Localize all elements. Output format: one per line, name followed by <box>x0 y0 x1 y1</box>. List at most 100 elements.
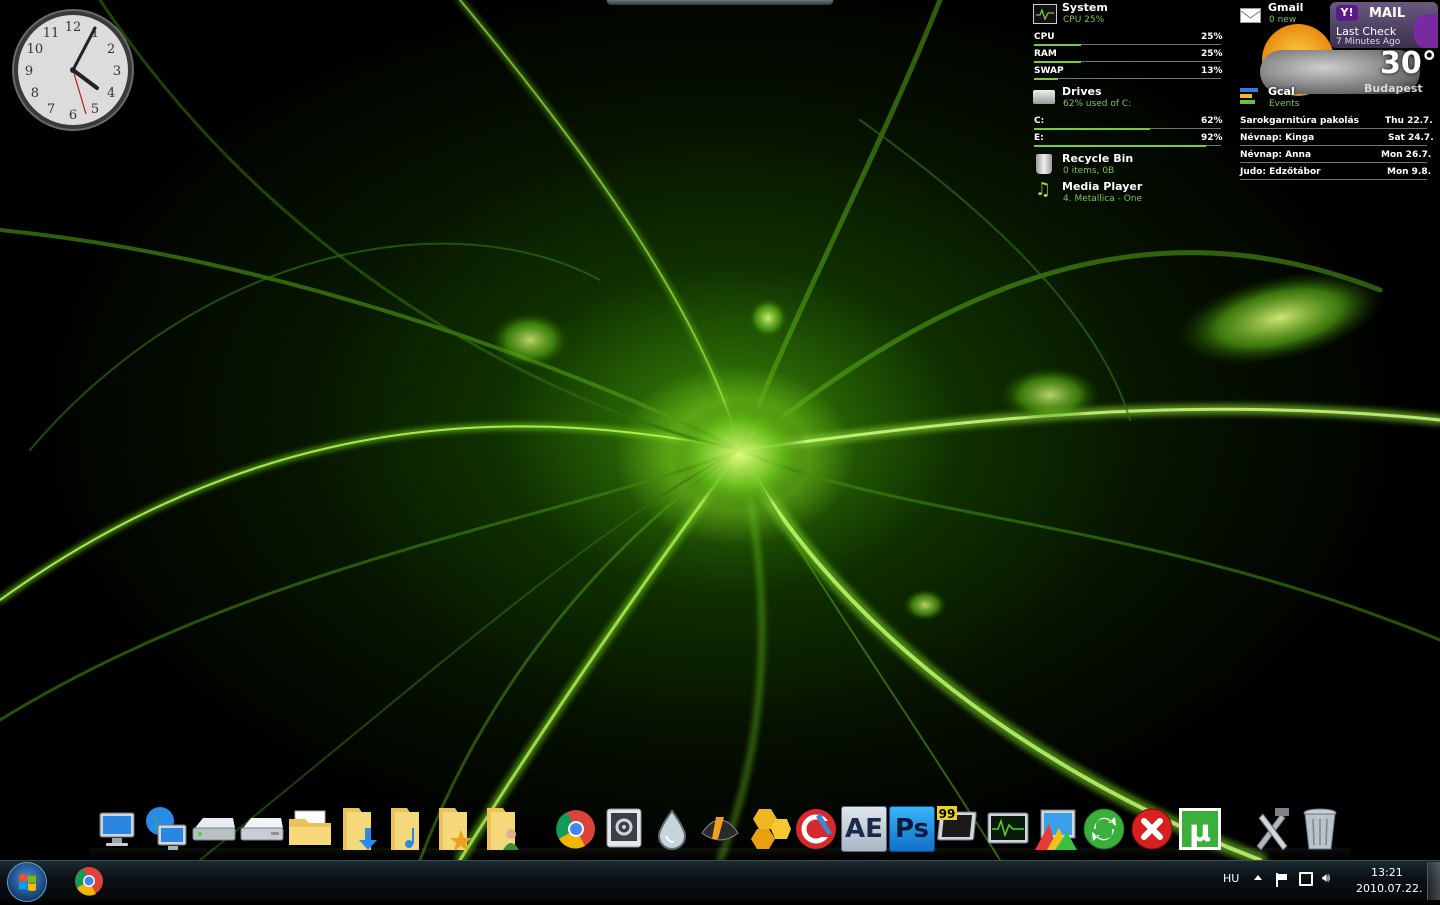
yahoo-mail-widget[interactable]: Y! MAIL Last Check 7 Minutes Ago <box>1330 2 1438 48</box>
gcal-title: Gcal <box>1268 85 1295 98</box>
chrome-icon[interactable] <box>552 802 600 856</box>
photoshop-label: Ps <box>889 806 935 852</box>
clock-numeral: 10 <box>27 42 44 57</box>
close-app-icon[interactable] <box>1128 802 1176 856</box>
weather-city: Budapest <box>1364 82 1423 95</box>
clock-numeral: 7 <box>47 102 55 117</box>
ram-label: RAM <box>1034 49 1057 59</box>
gcal-event-name[interactable]: Névnap: Anna <box>1240 150 1311 160</box>
network-icon[interactable] <box>142 802 190 856</box>
clock-numeral: 4 <box>107 86 115 101</box>
drive-e-label: E: <box>1034 133 1044 143</box>
drive-c-label: C: <box>1034 116 1045 126</box>
media-player-track: 4. Metallica - One <box>1063 194 1143 204</box>
taskbar-chrome-button[interactable] <box>68 863 110 899</box>
utorrent-label: µ <box>1179 808 1221 850</box>
system-subtitle: CPU 25% <box>1063 15 1105 25</box>
drive-e-bar <box>1034 145 1206 147</box>
activity-monitor-icon[interactable] <box>984 802 1032 856</box>
cpu-label: CPU <box>1034 32 1055 42</box>
monitor-99-icon[interactable]: 99 <box>936 802 984 856</box>
weather-temperature: 30° <box>1380 46 1437 81</box>
utorrent-icon[interactable]: µ <box>1176 802 1224 856</box>
drive-e-value: 92% <box>1201 133 1223 143</box>
after-effects-icon[interactable]: AE <box>840 802 888 856</box>
clock-numeral: 8 <box>31 86 39 101</box>
yahoo-badge <box>1414 14 1438 48</box>
system-monitor-icon <box>1033 4 1057 24</box>
desktop-wallpaper <box>0 0 1440 860</box>
gcal-event-name[interactable]: Névnap: Kinga <box>1240 133 1314 143</box>
trash-icon[interactable] <box>1296 802 1344 856</box>
show-hidden-icons-icon[interactable] <box>1254 875 1262 880</box>
ccleaner-icon[interactable] <box>792 802 840 856</box>
clock-widget[interactable]: 12 1 2 3 4 5 6 7 8 9 10 11 <box>11 8 135 132</box>
drive-c-value: 62% <box>1201 116 1223 126</box>
recycle-bin-icon <box>1036 154 1052 174</box>
language-indicator[interactable]: HU <box>1223 872 1239 885</box>
cpu-value: 25% <box>1201 32 1223 42</box>
gcal-event-date: Thu 22.7. <box>1385 116 1433 126</box>
window-edge[interactable] <box>607 0 833 5</box>
user-folder-icon[interactable] <box>478 802 526 856</box>
drive-c-bar <box>1034 128 1150 130</box>
taskbar: HU 🔊︎ 13:21 2010.07.22. <box>0 860 1440 902</box>
media-player-title: Media Player <box>1062 180 1143 193</box>
clock-numeral: 6 <box>69 108 77 123</box>
clock-numeral: 11 <box>43 26 60 41</box>
gmail-subtitle: 0 new <box>1269 15 1297 25</box>
computer-icon[interactable] <box>94 802 142 856</box>
clock-numeral: 5 <box>91 102 99 117</box>
gcal-event-date: Mon 26.7. <box>1381 150 1432 160</box>
drive-icon[interactable] <box>190 802 238 856</box>
music-note-icon: ♫ <box>1035 179 1052 200</box>
calendar-icon <box>1240 88 1258 106</box>
recycle-bin-subtitle: 0 items, 0B <box>1063 166 1115 176</box>
taskbar-date[interactable]: 2010.07.22. <box>1356 882 1422 895</box>
hex-app-icon[interactable] <box>744 802 792 856</box>
settings-icon[interactable] <box>600 802 648 856</box>
chrome-icon <box>75 867 103 896</box>
clock-numeral: 3 <box>113 64 121 79</box>
clock-numeral: 12 <box>65 20 82 35</box>
clock-numeral: 2 <box>107 42 115 57</box>
taskbar-time[interactable]: 13:21 <box>1371 866 1403 879</box>
swap-label: SWAP <box>1034 66 1064 76</box>
clock-numeral: 9 <box>25 64 33 79</box>
windows-logo-icon <box>19 874 36 891</box>
gcal-event-date: Mon 9.8. <box>1387 167 1432 177</box>
droplet-icon[interactable] <box>648 802 696 856</box>
envelope-icon <box>1240 8 1261 23</box>
after-effects-label: AE <box>841 806 887 852</box>
music-folder-icon[interactable] <box>382 802 430 856</box>
start-button[interactable] <box>7 862 47 902</box>
palette-icon[interactable] <box>1032 802 1080 856</box>
show-desktop-button[interactable] <box>1427 862 1440 900</box>
photoshop-icon[interactable]: Ps <box>888 802 936 856</box>
yahoo-mail-label: MAIL <box>1369 6 1406 21</box>
yahoo-logo: Y! <box>1336 5 1358 21</box>
monitor-99-label: 99 <box>939 807 956 821</box>
favorites-folder-icon[interactable] <box>430 802 478 856</box>
drives-subtitle: 62% used of C: <box>1063 99 1132 109</box>
downloads-folder-icon[interactable] <box>334 802 382 856</box>
ram-bar <box>1034 61 1081 63</box>
system-title: System <box>1062 1 1108 14</box>
volume-icon[interactable]: 🔊︎ <box>1322 872 1330 886</box>
hard-drive-icon <box>1033 90 1055 104</box>
documents-folder-icon[interactable] <box>286 802 334 856</box>
gcal-event-name[interactable]: Sarokgarnitúra pakolás <box>1240 116 1359 126</box>
gcal-event-date: Sat 24.7. <box>1388 133 1434 143</box>
action-center-flag-icon[interactable] <box>1276 873 1288 887</box>
gmail-title: Gmail <box>1268 1 1304 14</box>
cpu-bar <box>1034 44 1081 46</box>
drives-title: Drives <box>1062 85 1102 98</box>
recycle-bin-title: Recycle Bin <box>1062 152 1134 165</box>
winamp-icon[interactable] <box>696 802 744 856</box>
clock-face: 12 1234567891011 <box>12 9 134 131</box>
sync-icon[interactable] <box>1080 802 1128 856</box>
drive2-icon[interactable] <box>238 802 286 856</box>
network-tray-icon[interactable] <box>1299 872 1313 886</box>
gcal-event-name[interactable]: Judo: Edzőtábor <box>1240 167 1321 177</box>
tools-icon[interactable] <box>1248 802 1296 856</box>
